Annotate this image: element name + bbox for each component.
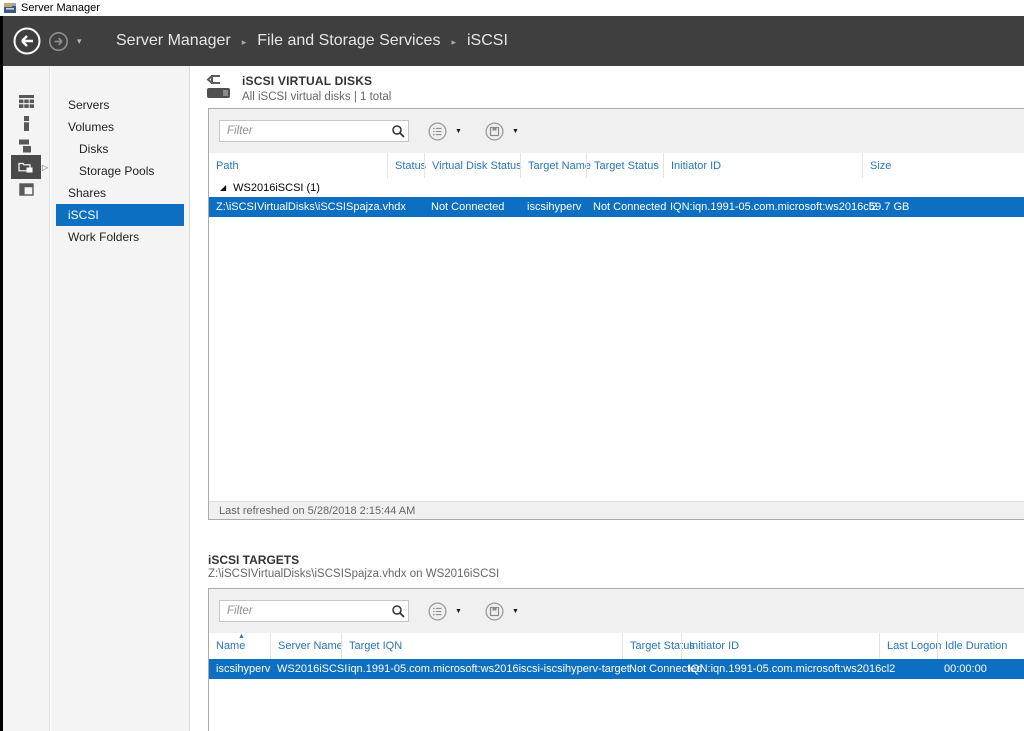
navigation-bar: ▾ Server Manager ▸ File and Storage Serv…: [0, 16, 1024, 66]
collapse-group-icon[interactable]: ◢: [220, 183, 226, 192]
virtual-disk-row[interactable]: Z:\iSCSIVirtualDisks\iSCSISpajza.vhdx No…: [209, 197, 1024, 217]
chevron-down-icon: ▼: [512, 608, 519, 615]
cell-target-status: Not Connected: [586, 197, 663, 217]
main-content: iSCSI VIRTUAL DISKS All iSCSI virtual di…: [191, 66, 1024, 731]
column-header-initiator-id[interactable]: Initiator ID: [681, 633, 879, 659]
column-header-status[interactable]: Status: [387, 153, 424, 178]
targets-filter-input[interactable]: [219, 600, 409, 622]
dashboard-icon: [11, 89, 41, 113]
cell-last-logon: [879, 659, 937, 679]
column-header-name[interactable]: ▲ Name: [209, 633, 270, 659]
breadcrumb-separator-icon: ▸: [242, 35, 247, 48]
local-server-icon: [11, 111, 41, 135]
breadcrumb-separator-icon: ▸: [451, 35, 456, 48]
breadcrumb-file-storage-services[interactable]: File and Storage Services: [257, 32, 440, 50]
last-refreshed-bar: Last refreshed on 5/28/2018 2:15:44 AM: [209, 501, 1024, 519]
column-header-target-status[interactable]: Target Status: [622, 633, 681, 659]
search-icon[interactable]: [391, 124, 405, 138]
history-dropdown-caret-icon[interactable]: ▾: [77, 36, 82, 47]
sidebar-menu: Servers Volumes Disks Storage Pools Shar…: [51, 66, 190, 731]
sidebar-item-iscsi[interactable]: iSCSI: [56, 204, 184, 226]
column-header-target-status[interactable]: Target Status: [586, 153, 663, 178]
file-and-storage-services-icon: [11, 155, 41, 179]
cell-status: [387, 197, 424, 217]
virtual-disks-filter-input[interactable]: [219, 120, 409, 142]
targets-toolbar: ▼ ▼: [209, 589, 1024, 633]
title-bar: Server Manager: [0, 0, 1024, 16]
view-options-button[interactable]: ▼: [428, 602, 462, 621]
virtual-disks-title: iSCSI VIRTUAL DISKS: [242, 74, 391, 88]
column-header-path[interactable]: Path: [209, 153, 387, 178]
view-options-button[interactable]: ▼: [428, 122, 462, 141]
column-header-idle-duration[interactable]: Idle Duration: [937, 633, 1024, 659]
targets-title: iSCSI TARGETS: [208, 553, 299, 567]
nav-rail-item-local-server[interactable]: [3, 112, 49, 134]
chevron-down-icon: ▼: [455, 608, 462, 615]
cell-target-iqn: iqn.1991-05.com.microsoft:ws2016iscsi-is…: [341, 659, 622, 679]
back-button[interactable]: [12, 26, 42, 56]
sidebar-item-shares[interactable]: Shares: [51, 182, 189, 204]
nav-icon-rail: ▷: [3, 66, 50, 731]
targets-table-header: ▲ Name Server Name Target IQN Target Sta…: [209, 633, 1024, 659]
group-label: WS2016iSCSI (1): [233, 182, 320, 194]
window-title: Server Manager: [21, 2, 100, 14]
sort-ascending-icon: ▲: [238, 633, 245, 641]
target-row[interactable]: iscsihyperv WS2016iSCSI iqn.1991-05.com.…: [209, 659, 1024, 679]
window-left-edge: [0, 16, 3, 731]
forward-button[interactable]: [48, 31, 69, 52]
targets-subtitle: Z:\iSCSIVirtualDisks\iSCSISpajza.vhdx on…: [208, 568, 499, 580]
nav-rail-item-roles[interactable]: [3, 178, 49, 200]
virtual-disks-empty-area: [209, 217, 1024, 501]
cell-size: 59.7 GB: [862, 197, 1024, 217]
breadcrumb: Server Manager ▸ File and Storage Servic…: [116, 16, 508, 66]
virtual-disks-toolbar: ▼ ▼: [209, 109, 1024, 153]
cell-target-status: Not Connected: [622, 659, 681, 679]
cell-path: Z:\iSCSIVirtualDisks\iSCSISpajza.vhdx: [209, 197, 387, 217]
virtual-disks-subtitle: All iSCSI virtual disks | 1 total: [242, 91, 391, 103]
cell-name: iscsihyperv: [209, 659, 270, 679]
search-icon[interactable]: [391, 604, 405, 618]
column-header-size[interactable]: Size: [862, 153, 1024, 178]
cell-server-name: WS2016iSCSI: [270, 659, 341, 679]
rail-selected-pointer-icon: ▷: [42, 163, 48, 172]
chevron-down-icon: ▼: [512, 128, 519, 135]
breadcrumb-server-manager[interactable]: Server Manager: [116, 32, 231, 50]
column-header-target-name[interactable]: Target Name: [520, 153, 586, 178]
cell-target-name: iscsihyperv: [520, 197, 586, 217]
breadcrumb-iscsi[interactable]: iSCSI: [467, 32, 508, 50]
server-manager-app-icon: [4, 2, 16, 14]
column-header-target-iqn[interactable]: Target IQN: [341, 633, 622, 659]
nav-rail-item-all-servers[interactable]: [3, 134, 49, 156]
cell-initiator-id: IQN:iqn.1991-05.com.microsoft:ws2016cl2: [663, 197, 862, 217]
column-header-server-name[interactable]: Server Name: [270, 633, 341, 659]
virtual-disks-table-header: Path Status Virtual Disk Status Target N…: [209, 153, 1024, 178]
cell-initiator-id: IQN:iqn.1991-05.com.microsoft:ws2016cl2: [681, 659, 879, 679]
save-query-button[interactable]: ▼: [485, 122, 519, 141]
column-header-initiator-id[interactable]: Initiator ID: [663, 153, 862, 178]
cell-idle-duration: 00:00:00: [937, 659, 1024, 679]
sidebar-item-work-folders[interactable]: Work Folders: [51, 226, 189, 248]
column-header-last-logon[interactable]: Last Logon: [879, 633, 937, 659]
sidebar-item-servers[interactable]: Servers: [51, 94, 189, 116]
chevron-down-icon: ▼: [455, 128, 462, 135]
iscsi-virtual-disk-icon: [206, 74, 232, 103]
virtual-disks-panel: ▼ ▼ Path Status Virtual Disk Status Targ…: [208, 108, 1024, 520]
last-refreshed-text: Last refreshed on 5/28/2018 2:15:44 AM: [219, 505, 415, 517]
all-servers-icon: [11, 133, 41, 157]
targets-empty-area: [209, 679, 1024, 731]
sidebar-item-volumes[interactable]: Volumes: [51, 116, 189, 138]
column-header-virtual-disk-status[interactable]: Virtual Disk Status: [424, 153, 520, 178]
roles-icon: [11, 177, 41, 201]
sidebar-item-disks[interactable]: Disks: [51, 138, 189, 160]
nav-rail-item-file-and-storage-services[interactable]: ▷: [3, 156, 49, 178]
nav-rail-item-dashboard[interactable]: [3, 90, 49, 112]
save-query-button[interactable]: ▼: [485, 602, 519, 621]
server-group-row[interactable]: ◢ WS2016iSCSI (1): [209, 178, 1024, 197]
cell-virtual-disk-status: Not Connected: [424, 197, 520, 217]
sidebar-item-storage-pools[interactable]: Storage Pools: [51, 160, 189, 182]
targets-panel: ▼ ▼ ▲ Name Server Name Target IQN Target…: [208, 588, 1024, 731]
